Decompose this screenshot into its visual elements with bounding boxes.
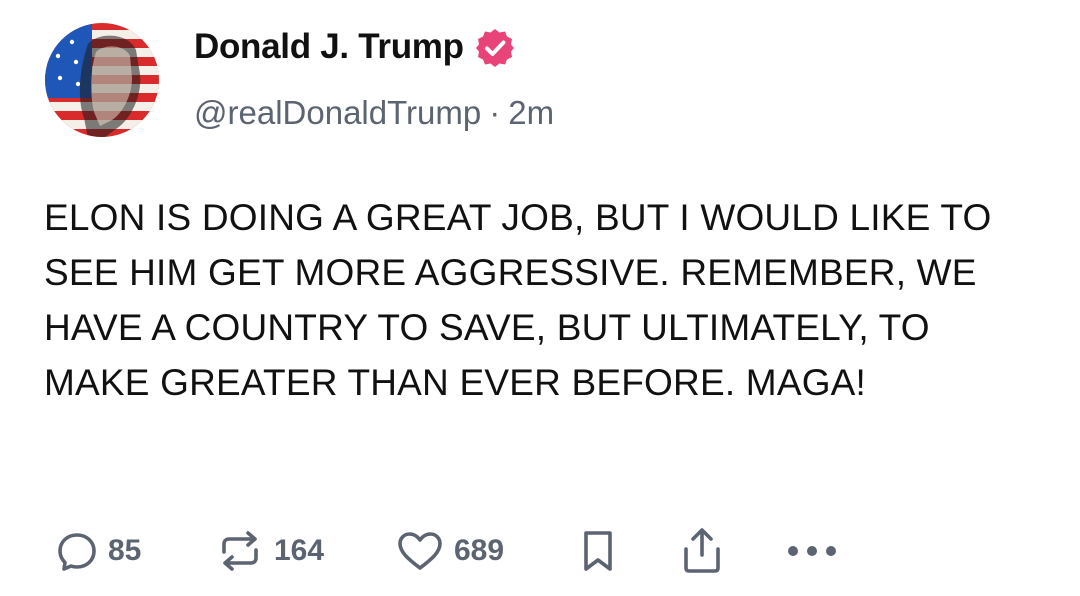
post-text: ELON IS DOING A GREAT JOB, BUT I WOULD L… bbox=[44, 197, 992, 403]
like-count: 689 bbox=[454, 534, 505, 567]
avatar[interactable] bbox=[44, 22, 160, 138]
reply-icon bbox=[58, 533, 96, 571]
display-name-text[interactable]: Donald J. Trump bbox=[194, 27, 464, 67]
reply-button[interactable]: 85 bbox=[56, 530, 216, 572]
like-button[interactable]: 689 bbox=[396, 530, 580, 572]
bookmark-button[interactable] bbox=[580, 529, 680, 573]
retruth-icon bbox=[222, 531, 258, 571]
more-icon bbox=[788, 546, 836, 556]
avatar-image bbox=[45, 23, 159, 137]
meta-separator: · bbox=[489, 94, 501, 131]
action-bar: 85 164 689 bbox=[56, 524, 840, 578]
share-button[interactable] bbox=[680, 527, 784, 575]
reply-count: 85 bbox=[108, 534, 142, 567]
more-button[interactable] bbox=[784, 541, 840, 561]
display-name[interactable]: Donald J. Trump bbox=[194, 26, 516, 68]
bookmark-icon bbox=[584, 531, 612, 571]
author-meta: @realDonaldTrump · 2m bbox=[194, 94, 554, 132]
author-handle[interactable]: @realDonaldTrump bbox=[194, 94, 481, 131]
retruth-count: 164 bbox=[274, 534, 325, 567]
post-timestamp[interactable]: 2m bbox=[508, 94, 554, 131]
heart-icon bbox=[398, 532, 442, 570]
retruth-button[interactable]: 164 bbox=[216, 530, 396, 572]
post-card: Donald J. Trump @realDonaldTrump · 2m ELON… bbox=[0, 0, 1080, 596]
share-icon bbox=[684, 528, 720, 573]
verified-badge-icon bbox=[474, 27, 516, 69]
